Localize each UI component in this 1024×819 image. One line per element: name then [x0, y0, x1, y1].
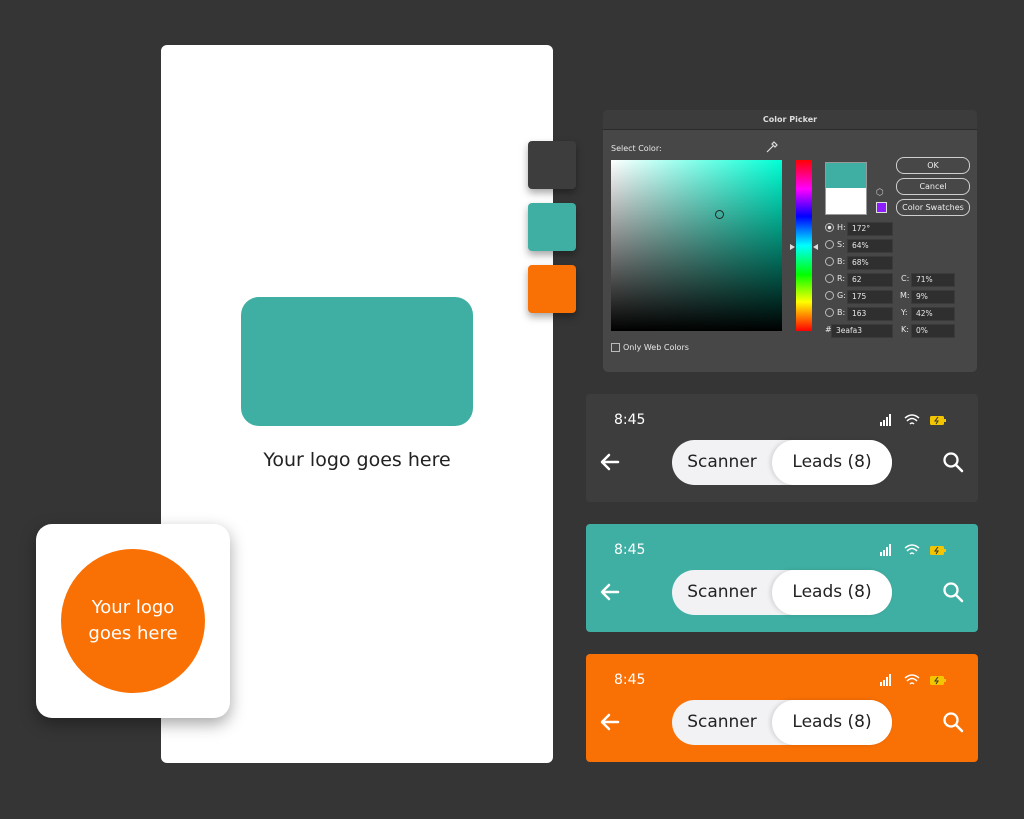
blue-radio[interactable] — [825, 308, 834, 317]
app-bar-teal: 8:45 Scanner Leads (8) — [586, 524, 978, 632]
color-cursor[interactable] — [715, 210, 724, 219]
tab-switcher: Scanner Leads (8) — [672, 700, 892, 745]
r-field-label[interactable]: R: — [825, 274, 845, 283]
app-bar-orange: 8:45 Scanner Leads (8) — [586, 654, 978, 762]
h-radio[interactable] — [825, 223, 834, 232]
hue-slider-arrow-left[interactable] — [790, 244, 795, 250]
swatch-dark[interactable] — [528, 141, 576, 189]
cancel-button[interactable]: Cancel — [896, 178, 970, 195]
swatch-orange[interactable] — [528, 265, 576, 313]
c-input[interactable]: 71% — [911, 273, 955, 287]
tab-switcher: Scanner Leads (8) — [672, 570, 892, 615]
tab-scanner[interactable]: Scanner — [672, 700, 772, 745]
g-input[interactable]: 175 — [847, 290, 893, 304]
search-icon[interactable] — [942, 581, 964, 603]
dialog-title: Color Picker — [603, 110, 977, 130]
search-icon[interactable] — [942, 711, 964, 733]
status-icons — [880, 414, 946, 426]
brightness-radio[interactable] — [825, 257, 834, 266]
back-arrow-icon[interactable] — [598, 450, 622, 474]
k-input[interactable]: 0% — [911, 324, 955, 338]
m-field-label: M: — [900, 291, 910, 300]
g-field-label[interactable]: G: — [825, 291, 846, 300]
hue-slider[interactable] — [796, 160, 812, 331]
r-radio[interactable] — [825, 274, 834, 283]
brightness-input[interactable]: 68% — [847, 256, 893, 270]
r-input[interactable]: 62 — [847, 273, 893, 287]
tab-scanner[interactable]: Scanner — [672, 440, 772, 485]
current-color-preview[interactable] — [825, 188, 867, 215]
new-color-preview — [825, 162, 867, 189]
status-time: 8:45 — [614, 672, 646, 688]
select-color-label: Select Color: — [611, 144, 662, 153]
swatch-teal[interactable] — [528, 203, 576, 251]
hue-slider-arrow-right[interactable] — [813, 244, 818, 250]
ok-button[interactable]: OK — [896, 157, 970, 174]
search-icon[interactable] — [942, 451, 964, 473]
tab-leads[interactable]: Leads (8) — [772, 570, 892, 615]
c-field-label: C: — [901, 274, 910, 283]
blue-field-label[interactable]: B: — [825, 308, 845, 317]
app-icon-text: Your logo goes here — [88, 597, 178, 644]
web-safe-color-swatch[interactable] — [876, 202, 887, 213]
y-field-label: Y: — [901, 308, 908, 317]
tab-scanner[interactable]: Scanner — [672, 570, 772, 615]
h-field-label[interactable]: H: — [825, 223, 846, 232]
status-time: 8:45 — [614, 412, 646, 428]
h-input[interactable]: 172° — [847, 222, 893, 236]
k-field-label: K: — [901, 325, 909, 334]
g-radio[interactable] — [825, 291, 834, 300]
cube-icon[interactable]: ⬡ — [876, 188, 884, 198]
logo-placeholder — [241, 297, 473, 426]
m-input[interactable]: 9% — [911, 290, 955, 304]
status-time: 8:45 — [614, 542, 646, 558]
saturation-field[interactable] — [611, 160, 782, 331]
color-swatches-button[interactable]: Color Swatches — [896, 199, 970, 216]
logo-caption: Your logo goes here — [263, 449, 451, 471]
only-web-colors-checkbox[interactable]: Only Web Colors — [611, 343, 689, 352]
checkbox-box[interactable] — [611, 343, 620, 352]
status-icons — [880, 674, 946, 686]
tab-leads[interactable]: Leads (8) — [772, 700, 892, 745]
back-arrow-icon[interactable] — [598, 710, 622, 734]
back-arrow-icon[interactable] — [598, 580, 622, 604]
app-bar-dark: 8:45 Scanner Leads (8) — [586, 394, 978, 502]
s-field-label[interactable]: S: — [825, 240, 845, 249]
status-icons — [880, 544, 946, 556]
tab-switcher: Scanner Leads (8) — [672, 440, 892, 485]
color-picker-dialog: Color Picker Select Color: ⬡ OK Cancel C… — [603, 110, 977, 372]
eyedropper-icon[interactable] — [765, 140, 779, 154]
brightness-field-label[interactable]: B: — [825, 257, 845, 266]
app-icon-circle: Your logo goes here — [61, 549, 205, 693]
tab-leads[interactable]: Leads (8) — [772, 440, 892, 485]
only-web-colors-label: Only Web Colors — [623, 343, 689, 352]
s-input[interactable]: 64% — [847, 239, 893, 253]
blue-input[interactable]: 163 — [847, 307, 893, 321]
y-input[interactable]: 42% — [911, 307, 955, 321]
hex-input[interactable]: 3eafa3 — [831, 324, 893, 338]
s-radio[interactable] — [825, 240, 834, 249]
